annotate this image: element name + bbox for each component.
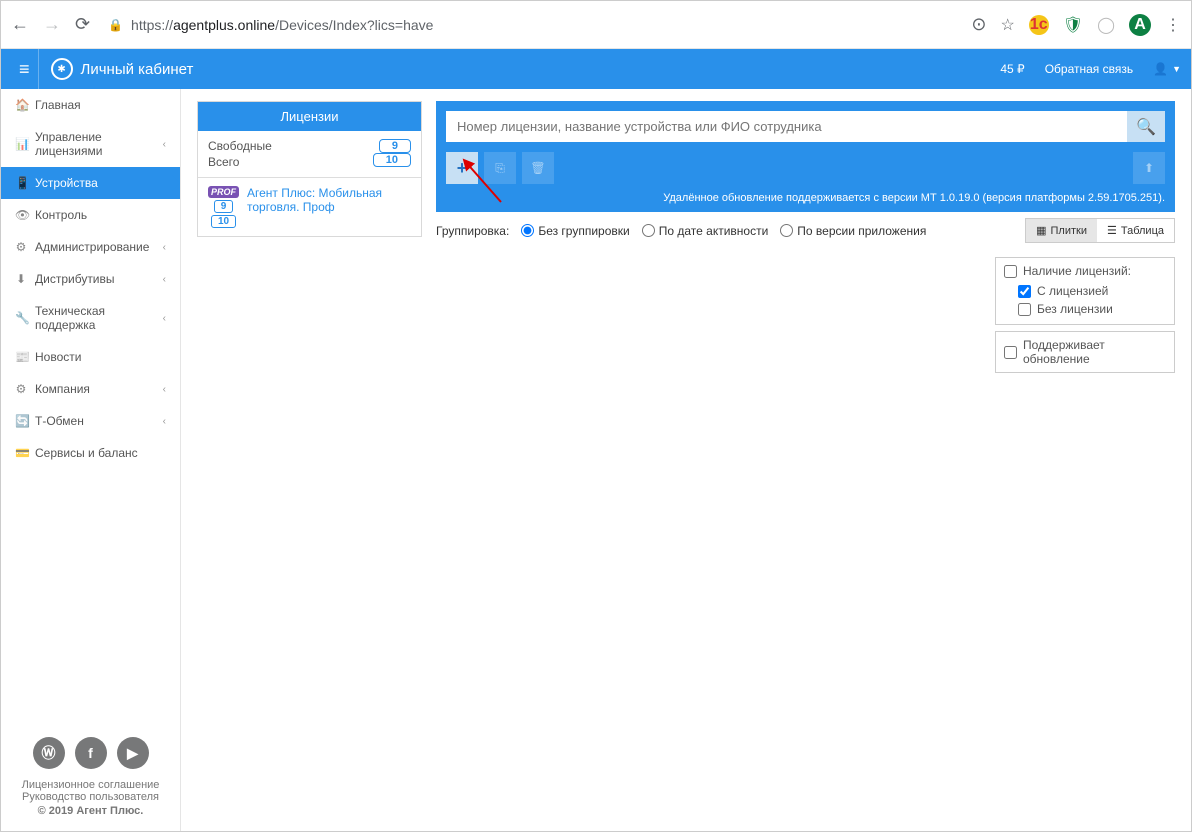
user-menu[interactable]: 👤▼: [1153, 62, 1181, 76]
extension-circle-icon[interactable]: ◯: [1097, 15, 1115, 35]
sidebar-item-home[interactable]: 🏠Главная: [1, 89, 180, 121]
card-icon: 💳: [15, 446, 27, 460]
chevron-left-icon: ‹: [163, 139, 166, 150]
filter-with-license-checkbox[interactable]: [1018, 285, 1031, 298]
add-device-button[interactable]: +: [446, 152, 478, 184]
grouping-label: Группировка:: [436, 224, 509, 238]
news-icon: 📰: [15, 350, 27, 364]
url-bar[interactable]: 🔒 https://agentplus.online/Devices/Index…: [104, 17, 957, 33]
app-header: ≡ ✱ Личный кабинет 45 ₽ Обратная связь 👤…: [1, 49, 1191, 89]
product-free-badge: 9: [214, 200, 234, 213]
lock-icon: 🔒: [108, 18, 123, 32]
plus-icon: +: [457, 158, 468, 179]
delete-button[interactable]: 🗑: [522, 152, 554, 184]
star-icon[interactable]: ☆: [1000, 15, 1014, 35]
chevron-left-icon: ‹: [163, 313, 166, 324]
sidebar-item-news[interactable]: 📰Новости: [1, 341, 180, 373]
update-notice: Удалённое обновление поддерживается с ве…: [446, 190, 1165, 206]
cogs-icon: ⚙: [15, 240, 27, 254]
list-icon: ☰: [1107, 224, 1117, 237]
license-product-row[interactable]: PROF 9 10 Агент Плюс: Мобильная торговля…: [198, 178, 421, 236]
profile-avatar[interactable]: A: [1129, 14, 1151, 36]
export-icon: ⎘: [495, 161, 505, 176]
sidebar-item-licenses[interactable]: 📊Управление лицензиями‹: [1, 121, 180, 167]
upload-button[interactable]: ⬆: [1133, 152, 1165, 184]
magnifier-icon: 🔍: [1136, 117, 1156, 137]
filter-without-license-checkbox[interactable]: [1018, 303, 1031, 316]
sidebar-item-tobmen[interactable]: 🔄Т-Обмен‹: [1, 405, 180, 437]
feedback-link[interactable]: Обратная связь: [1045, 62, 1133, 76]
chevron-left-icon: ‹: [163, 384, 166, 395]
license-total-badge: 10: [373, 153, 411, 167]
license-agreement-link[interactable]: Лицензионное соглашение: [11, 779, 170, 791]
sidebar-item-distributives[interactable]: ⬇Дистрибутивы‹: [1, 263, 180, 295]
trash-icon: 🗑: [530, 161, 545, 175]
brand-logo-icon: ✱: [51, 58, 73, 80]
chevron-left-icon: ‹: [163, 416, 166, 427]
main-blue-panel: 🔍 + ⎘ 🗑 ⬆ Удалённое обновление поддержив…: [436, 101, 1175, 212]
sidebar-item-support[interactable]: 🔧Техническая поддержка‹: [1, 295, 180, 341]
group-option-activity[interactable]: По дате активности: [642, 224, 769, 238]
extension-1c-icon[interactable]: 1c: [1029, 15, 1049, 35]
group-option-none[interactable]: Без группировки: [521, 224, 629, 238]
search-input[interactable]: [446, 111, 1127, 142]
forward-button[interactable]: →: [43, 14, 61, 35]
prof-tag-icon: PROF: [208, 186, 239, 198]
sitemap-icon: 📊: [15, 137, 27, 151]
filter-license-availability-checkbox[interactable]: [1004, 265, 1017, 278]
sidebar-item-admin[interactable]: ⚙Администрирование‹: [1, 231, 180, 263]
facebook-icon[interactable]: f: [75, 737, 107, 769]
home-icon: 🏠: [15, 98, 27, 112]
group-option-version[interactable]: По версии приложения: [780, 224, 926, 238]
reload-button[interactable]: ⟳: [75, 14, 90, 35]
upload-icon: ⬆: [1144, 161, 1154, 175]
balance-value[interactable]: 45 ₽: [1000, 62, 1024, 76]
kebab-menu-icon[interactable]: ⋮: [1165, 15, 1181, 35]
tiles-icon: ▦: [1036, 224, 1046, 237]
hamburger-button[interactable]: ≡: [11, 49, 39, 89]
licenses-panel-title: Лицензии: [198, 102, 421, 131]
sidebar-item-company[interactable]: ⚙Компания‹: [1, 373, 180, 405]
license-free-badge: 9: [379, 139, 411, 153]
product-total-badge: 10: [211, 215, 236, 228]
view-table-button[interactable]: ☰Таблица: [1097, 219, 1174, 242]
phone-icon: 📱: [15, 176, 27, 190]
filter-license-title: Наличие лицензий:: [1023, 264, 1131, 278]
sidebar: 🏠Главная 📊Управление лицензиями‹ 📱Устрой…: [1, 89, 181, 831]
export-button[interactable]: ⎘: [484, 152, 516, 184]
license-free-label: Свободные: [208, 139, 272, 153]
gear-icon: ⚙: [15, 382, 27, 396]
copyright-text: © 2019 Агент Плюс.: [11, 805, 170, 817]
app-title: Личный кабинет: [81, 61, 194, 78]
sidebar-item-devices[interactable]: 📱Устройства: [1, 167, 180, 199]
filter-update-box: Поддерживает обновление: [995, 331, 1175, 373]
back-button[interactable]: ←: [11, 14, 29, 35]
browser-chrome: ← → ⟳ 🔒 https://agentplus.online/Devices…: [1, 1, 1191, 49]
extension-shield-icon[interactable]: 🛡: [1063, 15, 1083, 35]
download-icon: ⬇: [15, 272, 27, 286]
search-button[interactable]: 🔍: [1127, 111, 1165, 142]
eye-icon: 👁: [15, 208, 27, 222]
chevron-left-icon: ‹: [163, 242, 166, 253]
vk-icon[interactable]: Ⓦ: [33, 737, 65, 769]
license-total-label: Всего: [208, 155, 272, 169]
licenses-panel: Лицензии Свободные Всего 9 10 PR: [197, 101, 422, 237]
filter-supports-update-checkbox[interactable]: [1004, 346, 1017, 359]
wrench-icon: 🔧: [15, 311, 27, 325]
sidebar-item-services[interactable]: 💳Сервисы и баланс: [1, 437, 180, 469]
chevron-left-icon: ‹: [163, 274, 166, 285]
refresh-icon: 🔄: [15, 414, 27, 428]
filter-licenses-box: Наличие лицензий: С лицензией Без лиценз…: [995, 257, 1175, 325]
youtube-icon[interactable]: ▶: [117, 737, 149, 769]
chevron-down-icon: ▼: [1172, 64, 1181, 74]
search-icon[interactable]: ⊙: [971, 14, 986, 35]
product-name: Агент Плюс: Мобильная торговля. Проф: [247, 186, 411, 228]
view-tiles-button[interactable]: ▦Плитки: [1026, 219, 1097, 242]
user-icon: 👤: [1153, 62, 1168, 76]
sidebar-item-control[interactable]: 👁Контроль: [1, 199, 180, 231]
user-manual-link[interactable]: Руководство пользователя: [11, 791, 170, 803]
